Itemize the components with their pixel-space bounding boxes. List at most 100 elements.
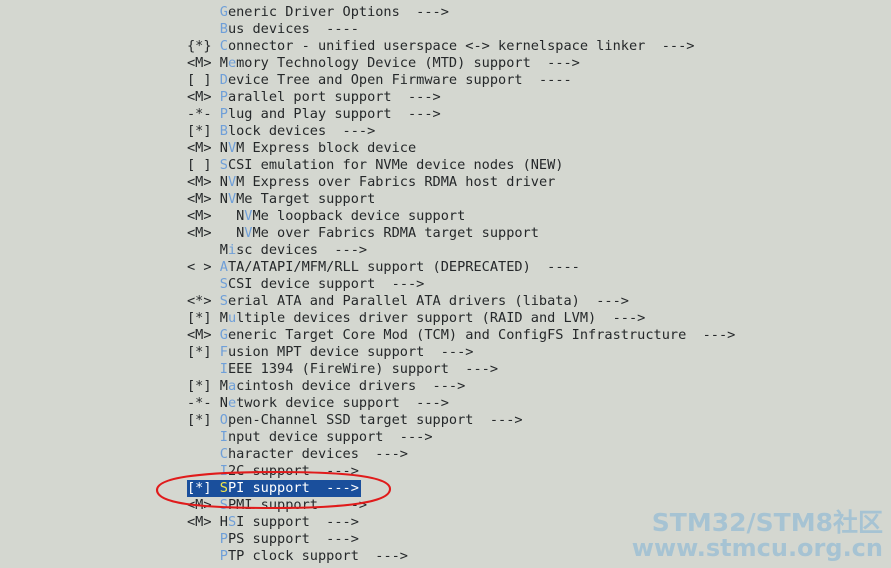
menu-item-state-marker: [ ] [187, 72, 220, 88]
menu-item-hotkey: O [219, 412, 228, 428]
menu-item[interactable]: I2C support ---> [187, 463, 359, 480]
menu-item[interactable]: <M> NVMe loopback device support [187, 208, 465, 225]
menu-item-label: haracter devices [227, 446, 359, 462]
menu-item-hotkey: F [219, 344, 228, 360]
menu-item[interactable]: <M> SPMI support ---> [187, 497, 367, 514]
menu-item-label-pre: M [219, 378, 228, 394]
menu-item[interactable]: PPS support ---> [187, 531, 359, 548]
menu-item[interactable]: <M> Generic Target Core Mod (TCM) and Co… [187, 327, 735, 344]
menu-item[interactable]: IEEE 1394 (FireWire) support ---> [187, 361, 498, 378]
menu-item-label-pre: M [219, 55, 228, 71]
menu-item-state-marker [187, 361, 220, 377]
submenu-arrow-icon: ---> [317, 497, 368, 513]
menu-item-state-marker: [*] [187, 344, 220, 360]
menu-item-state-marker: [*] [187, 412, 220, 428]
menu-item-label: I support [236, 514, 310, 530]
menu-item[interactable]: -*- Network device support ---> [187, 395, 449, 412]
menu-item-label-pre: N [219, 191, 228, 207]
menu-item[interactable]: <M> NVM Express block device [187, 140, 416, 157]
menu-item-state-marker: [*] [187, 480, 220, 496]
menu-item-hotkey: S [227, 514, 237, 530]
menu-item[interactable]: [*] Fusion MPT device support ---> [187, 344, 473, 361]
menu-item[interactable]: [*] Block devices ---> [187, 123, 375, 140]
menu-item-state-marker: <M> [187, 327, 220, 343]
menu-item[interactable]: Misc devices ---> [187, 242, 367, 259]
menu-item[interactable]: SCSI device support ---> [187, 276, 425, 293]
submenu-arrow-icon: ---> [309, 514, 359, 530]
menu-item[interactable]: Input device support ---> [187, 429, 433, 446]
menu-item[interactable]: <M> NVMe Target support [187, 191, 375, 208]
menu-item-label: eneric Driver Options [227, 4, 400, 20]
menu-item[interactable]: Bus devices ---- [187, 21, 359, 38]
menu-item-state-marker: [*] [187, 378, 220, 394]
menu-item[interactable]: <M> HSI support ---> [187, 514, 359, 531]
menu-item-label: TP clock support [227, 548, 359, 564]
menu-item[interactable]: [ ] SCSI emulation for NVMe device nodes… [187, 157, 564, 174]
menu-item[interactable]: [*] Open-Channel SSD target support ---> [187, 412, 523, 429]
menu-item-hotkey: V [227, 140, 237, 156]
menu-item-label: Me over Fabrics RDMA target support [252, 225, 539, 241]
menu-item-label: lug and Play support [227, 106, 392, 122]
menu-item[interactable]: <M> Parallel port support ---> [187, 89, 441, 106]
menu-item-label-pre: N [219, 140, 228, 156]
menu-item[interactable]: [*] Multiple devices driver support (RAI… [187, 310, 645, 327]
submenu-arrow-icon: ---- [309, 21, 359, 37]
submenu-arrow-icon: ---> [326, 123, 376, 139]
submenu-arrow-icon: ---> [424, 344, 474, 360]
menu-item-state-marker: [*] [187, 123, 220, 139]
menu-item-label: onnector - unified userspace <-> kernels… [227, 38, 646, 54]
menu-item-state-marker: [ ] [187, 157, 220, 173]
menu-item-hotkey: C [219, 446, 228, 462]
menu-item-state-marker [187, 276, 220, 292]
menu-item-state-marker [187, 531, 220, 547]
menu-item-hotkey: I [219, 429, 228, 445]
submenu-arrow-icon: ---> [686, 327, 736, 343]
menu-item[interactable]: {*} Connector - unified userspace <-> ke… [187, 38, 694, 55]
menu-item-state-marker [187, 4, 220, 20]
menu-item-hotkey: S [219, 293, 228, 309]
menu-item-hotkey: V [227, 174, 237, 190]
menu-item-label: PI support [227, 480, 310, 496]
menu-item-hotkey: G [219, 327, 228, 343]
menu-item-state-marker [187, 242, 220, 258]
menu-item-state-marker: <M> [187, 191, 220, 207]
submenu-arrow-icon: ---> [309, 531, 359, 547]
menu-item[interactable]: <M> NVMe over Fabrics RDMA target suppor… [187, 225, 539, 242]
submenu-arrow-icon: ---> [383, 429, 433, 445]
menu-item-label: 2C support [227, 463, 310, 479]
site-watermark: STM32/STM8社区 www.stmcu.org.cn [632, 509, 883, 562]
menu-item[interactable]: Character devices ---> [187, 446, 408, 463]
menu-item-hotkey: S [219, 497, 228, 513]
menu-item-state-marker: {*} [187, 38, 220, 54]
menu-item-state-marker: <M> [187, 174, 220, 190]
menu-item-label: TA/ATAPI/MFM/RLL support (DEPRECATED) [227, 259, 531, 275]
menu-item[interactable]: -*- Plug and Play support ---> [187, 106, 441, 123]
menu-item[interactable]: Generic Driver Options ---> [187, 4, 449, 21]
menu-item-label: evice Tree and Open Firmware support [227, 72, 523, 88]
menu-item-label: CSI emulation for NVMe device nodes (NEW… [227, 157, 564, 173]
menu-item[interactable]: <M> NVM Express over Fabrics RDMA host d… [187, 174, 555, 191]
menu-item-hotkey: P [219, 106, 228, 122]
menu-item-label: EEE 1394 (FireWire) support [227, 361, 449, 377]
menu-item-selected[interactable]: [*] SPI support ---> [187, 480, 361, 497]
menu-item[interactable]: PTP clock support ---> [187, 548, 408, 565]
watermark-line-2: www.stmcu.org.cn [631, 534, 883, 563]
menu-item-state-marker: -*- [187, 395, 220, 411]
menu-item-state-marker: -*- [187, 106, 220, 122]
menu-item[interactable]: [*] Macintosh device drivers ---> [187, 378, 465, 395]
menu-item[interactable]: <M> Memory Technology Device (MTD) suppo… [187, 55, 580, 72]
menu-item-hotkey: e [227, 395, 237, 411]
menu-item-state-marker: <M> [187, 225, 237, 241]
menu-item-hotkey: G [219, 4, 228, 20]
menuconfig-option-list[interactable]: Generic Driver Options ---> Bus devices … [187, 4, 887, 565]
menu-item-label: Me loopback device support [252, 208, 466, 224]
menu-item-hotkey: P [219, 548, 228, 564]
menu-item[interactable]: <*> Serial ATA and Parallel ATA drivers … [187, 293, 629, 310]
menu-item-label: PMI support [227, 497, 318, 513]
menu-item-state-marker: <M> [187, 497, 220, 513]
submenu-arrow-icon: ---> [579, 293, 629, 309]
submenu-arrow-icon: ---> [391, 106, 441, 122]
menu-item[interactable]: [ ] Device Tree and Open Firmware suppor… [187, 72, 572, 89]
menu-item[interactable]: < > ATA/ATAPI/MFM/RLL support (DEPRECATE… [187, 259, 580, 276]
menu-item-hotkey: S [219, 157, 228, 173]
